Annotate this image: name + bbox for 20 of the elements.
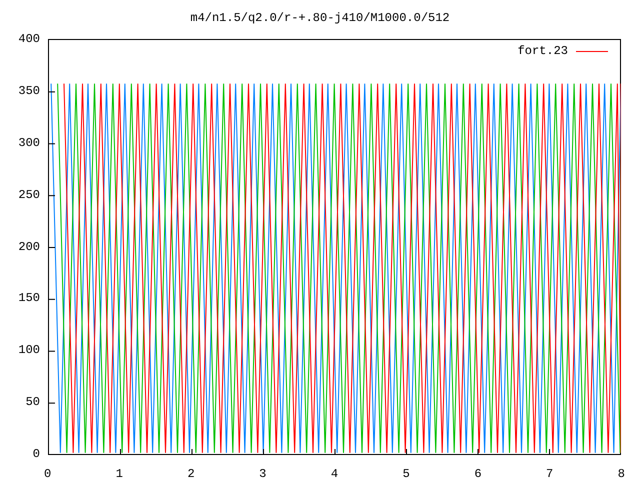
y-tick-label: 100 — [18, 342, 40, 358]
y-tick-label: 150 — [18, 290, 40, 306]
y-tick-label: 400 — [18, 31, 40, 47]
y-tick-label: 50 — [26, 394, 40, 410]
chart-title: m4/n1.5/q2.0/r-+.80-j410/M1000.0/512 — [190, 10, 450, 26]
y-tick-label: 350 — [18, 82, 40, 99]
x-tick-label: 3 — [259, 466, 266, 480]
y-tick-label: 0 — [32, 446, 40, 462]
x-tick-label: 4 — [330, 466, 338, 480]
y-tick-label: 200 — [18, 238, 40, 254]
y-tick-label: 300 — [18, 134, 40, 151]
legend-label: fort.23 — [518, 43, 568, 59]
x-tick-label: 8 — [618, 466, 625, 480]
y-tick-label: 250 — [18, 186, 40, 203]
x-tick-label: 7 — [546, 466, 554, 480]
x-tick-label: 5 — [402, 466, 410, 480]
x-tick-label: 0 — [44, 466, 52, 480]
x-tick-label: 1 — [116, 466, 123, 480]
x-tick-label: 2 — [187, 466, 195, 480]
x-tick-label: 6 — [474, 466, 482, 480]
